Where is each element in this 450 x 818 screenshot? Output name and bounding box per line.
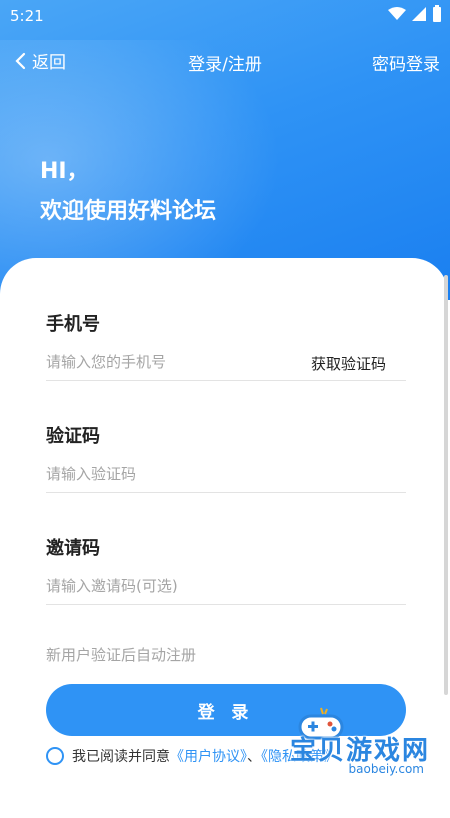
wifi-icon — [388, 7, 406, 20]
battery-icon — [433, 5, 441, 22]
status-time: 5:21 — [10, 7, 44, 25]
password-login-link[interactable]: 密码登录 — [372, 50, 440, 75]
agree-checkbox[interactable] — [46, 747, 64, 765]
greeting-line-2: 欢迎使用好料论坛 — [40, 199, 217, 224]
watermark: 宝贝游戏网 baobeiy.com — [286, 700, 446, 790]
agreement-separator: 、 — [247, 749, 261, 765]
code-input[interactable] — [46, 456, 406, 493]
status-bar: 5:21 — [0, 0, 450, 32]
invite-input[interactable] — [46, 568, 406, 605]
status-icons — [388, 5, 442, 23]
code-field: 验证码 — [46, 422, 406, 493]
phone-label: 手机号 — [46, 314, 100, 335]
phone-field: 手机号 获取验证码 — [46, 310, 406, 381]
greeting: HI， 欢迎使用好料论坛 — [40, 152, 216, 232]
invite-field: 邀请码 — [46, 534, 406, 605]
signal-icon — [412, 7, 426, 21]
watermark-url: baobeiy.com — [346, 762, 426, 776]
user-agreement-link[interactable]: 《用户协议》 — [170, 749, 247, 765]
auto-register-note: 新用户验证后自动注册 — [46, 646, 197, 664]
scrollbar[interactable] — [444, 275, 448, 695]
get-code-button[interactable]: 获取验证码 — [311, 353, 386, 374]
code-label: 验证码 — [46, 426, 100, 447]
nav-bar: 返回 登录/注册 密码登录 — [0, 44, 450, 80]
greeting-line-1: HI， — [40, 159, 89, 184]
invite-label: 邀请码 — [46, 538, 100, 559]
agreement-prefix: 我已阅读并同意 — [72, 749, 170, 765]
